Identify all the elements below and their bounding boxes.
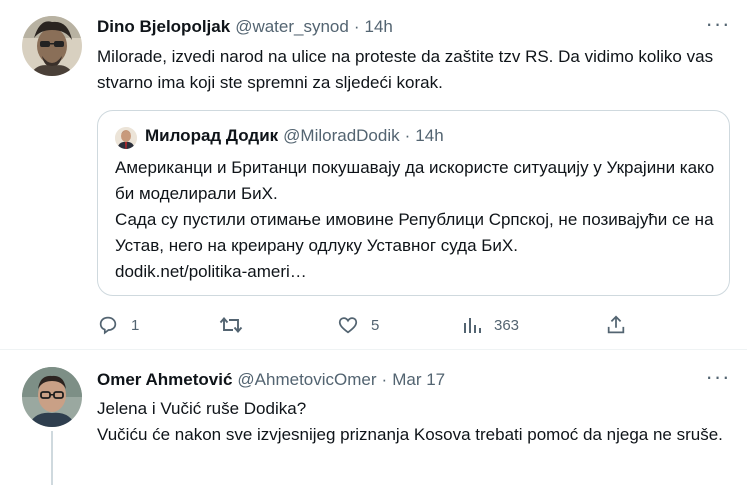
heart-icon xyxy=(338,317,358,334)
tweet-line: Jelena i Vučić ruše Dodika? xyxy=(97,399,307,418)
view-count: 363 xyxy=(494,316,520,334)
separator-dot: · xyxy=(404,126,411,145)
avatar-image xyxy=(22,16,82,76)
quote-text: Американци и Британци покушавају да иско… xyxy=(115,155,715,285)
like-button[interactable]: 5 xyxy=(337,312,379,338)
more-options-icon[interactable]: ··· xyxy=(705,366,731,391)
tweet-line: Vučiću će nakon sve izvjesnijeg priznanj… xyxy=(97,425,723,444)
tweet-actions: 1 5 363 xyxy=(97,312,637,338)
tweet-header: Omer Ahmetović @AhmetovicOmer · Mar 17 xyxy=(97,368,687,392)
quote-line: Американци и Британци покушавају да иско… xyxy=(115,158,715,203)
separator-dot: · xyxy=(353,17,360,36)
like-count: 5 xyxy=(371,316,380,334)
quote-author-handle[interactable]: @MiloradDodik xyxy=(283,126,399,146)
more-options-icon[interactable]: ··· xyxy=(705,13,731,38)
avatar[interactable] xyxy=(22,16,82,76)
tweet[interactable]: Omer Ahmetović @AhmetovicOmer · Mar 17 ·… xyxy=(0,351,747,485)
tweet-header: Dino Bjelopoljak @water_synod · 14h xyxy=(97,15,687,39)
retweet-icon xyxy=(219,317,243,333)
separator-dot: · xyxy=(381,370,388,389)
thread-line xyxy=(51,431,53,485)
quote-time: 14h xyxy=(415,126,444,145)
author-name[interactable]: Dino Bjelopoljak xyxy=(97,17,230,37)
author-handle[interactable]: @AhmetovicOmer xyxy=(237,370,376,390)
author-name[interactable]: Omer Ahmetović xyxy=(97,370,232,390)
quote-line: Сада су пустили отимање имовине Републиц… xyxy=(115,210,714,255)
quote-author-name[interactable]: Милорад Додик xyxy=(145,126,278,146)
share-icon xyxy=(607,315,625,334)
author-handle[interactable]: @water_synod xyxy=(235,17,349,37)
share-button[interactable] xyxy=(605,312,627,338)
views-button[interactable]: 363 xyxy=(462,312,519,338)
tweet-text: Jelena i Vučić ruše Dodika? Vučiću će na… xyxy=(97,396,727,448)
tweet-time[interactable]: 14h xyxy=(365,17,393,37)
avatar[interactable] xyxy=(22,367,82,427)
tweet[interactable]: Dino Bjelopoljak @water_synod · 14h ··· … xyxy=(0,0,747,350)
reply-button[interactable]: 1 xyxy=(97,312,139,338)
quote-avatar xyxy=(115,127,137,149)
quote-avatar-image xyxy=(115,127,137,149)
quoted-tweet[interactable]: Милорад Додик @MiloradDodik · 14h Америк… xyxy=(97,110,730,296)
tweet-text: Milorade, izvedi narod na ulice na prote… xyxy=(97,47,714,92)
quote-header: Милорад Додик @MiloradDodik · 14h xyxy=(145,126,444,146)
quote-link[interactable]: dodik.net/politika-ameri… xyxy=(115,259,715,285)
reply-icon xyxy=(99,316,117,335)
avatar-image xyxy=(22,367,82,427)
reply-count: 1 xyxy=(131,316,140,334)
analytics-icon xyxy=(464,318,481,333)
tweet-time[interactable]: Mar 17 xyxy=(392,370,445,390)
retweet-button[interactable] xyxy=(219,312,255,338)
